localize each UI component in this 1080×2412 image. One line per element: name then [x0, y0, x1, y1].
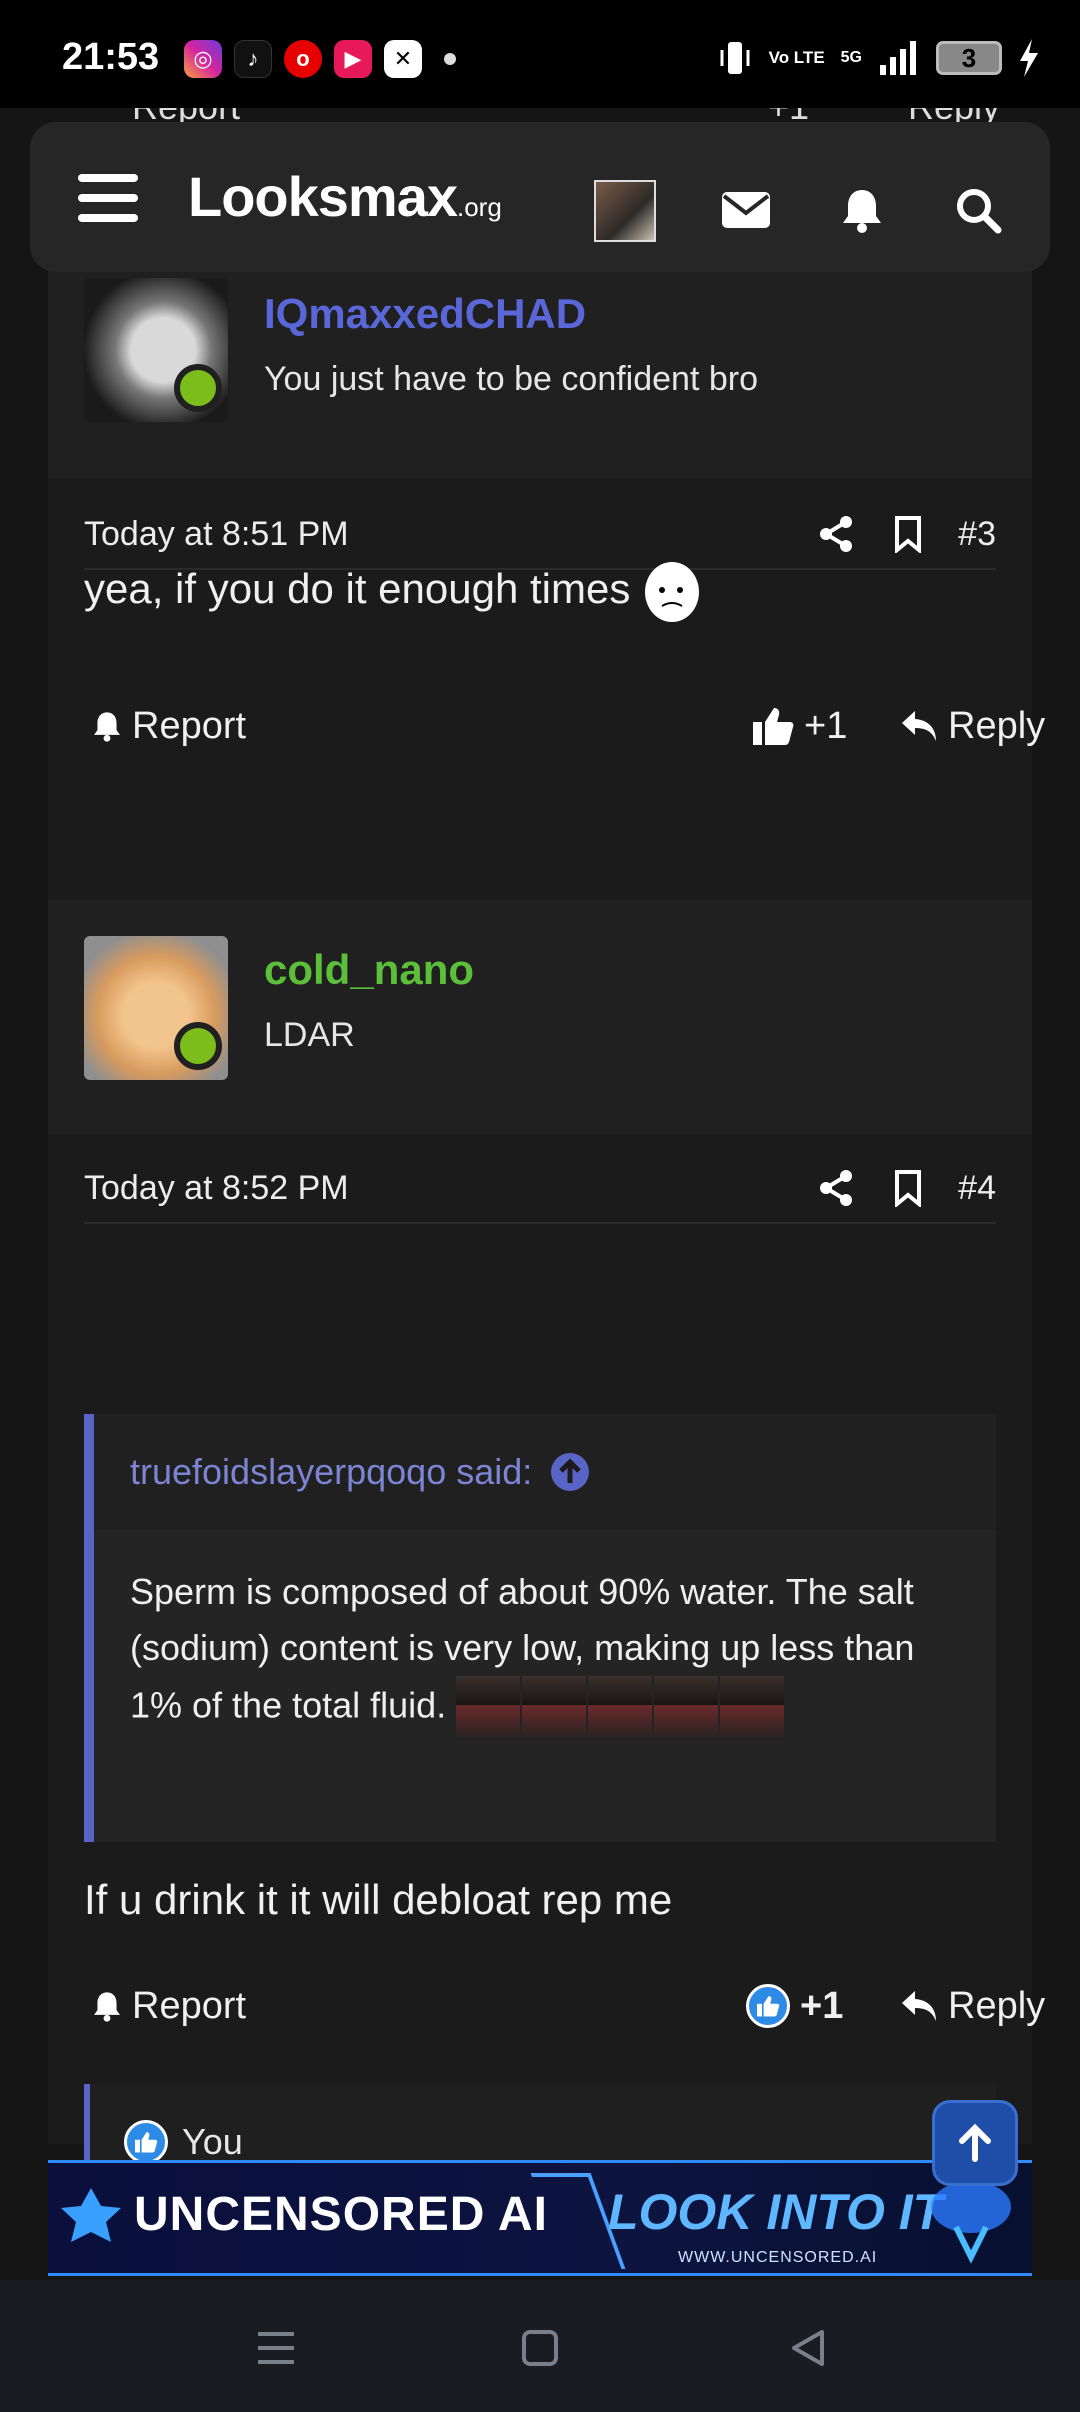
share-button[interactable]: [814, 512, 858, 556]
meme-image: [522, 1676, 587, 1740]
report-button[interactable]: Report: [92, 696, 246, 756]
reaction-images: [456, 1676, 785, 1740]
quote-header[interactable]: truefoidslayerpqoqo said:: [94, 1414, 996, 1530]
account-avatar[interactable]: [594, 180, 656, 242]
bell-icon: [94, 712, 120, 742]
post-actions: Report +1 Reply: [92, 1976, 1045, 2036]
thumbs-up-icon: [753, 708, 794, 745]
meme-image: [654, 1676, 719, 1740]
post-time[interactable]: Today at 8:52 PM: [84, 1169, 786, 1208]
user-info: cold_nano LDAR: [48, 900, 1032, 1134]
meme-image: [456, 1676, 521, 1740]
search-button[interactable]: [948, 180, 1008, 240]
video-app-icon: ▶: [334, 40, 372, 78]
liked-thumbs-up-icon: [124, 2120, 168, 2164]
user-title: You just have to be confident bro: [264, 360, 758, 398]
arrow-up-icon: [959, 2123, 991, 2162]
network-type: 5G: [840, 49, 862, 66]
charging-icon: [1020, 39, 1038, 77]
like-button[interactable]: +1: [752, 696, 847, 756]
meme-image: [720, 1676, 785, 1740]
instagram-icon: ◎: [184, 40, 222, 78]
reply-icon: [902, 711, 936, 741]
volte-indicator: Vo LTE: [768, 48, 825, 67]
reactions-user: You: [182, 2121, 243, 2162]
user-title: LDAR: [264, 1016, 355, 1054]
online-status-indicator: [174, 1022, 222, 1070]
bookmark-button[interactable]: [886, 512, 930, 556]
envelope-icon: [722, 192, 770, 228]
capcut-icon: ✕: [384, 40, 422, 78]
post-message: If u drink it it will debloat rep me: [84, 1876, 673, 1923]
site-logo[interactable]: Looksmax.org: [188, 164, 502, 229]
share-button[interactable]: [814, 1166, 858, 1210]
status-time: 21:53: [62, 36, 160, 78]
battery-indicator: 3: [936, 41, 1002, 75]
tiktok-icon: ♪: [234, 40, 272, 78]
online-status-indicator: [174, 364, 222, 412]
report-button[interactable]: Report: [92, 1976, 246, 2036]
menu-button[interactable]: [78, 174, 138, 222]
alerts-button[interactable]: [832, 180, 892, 240]
status-indicators: Vo LTE 5G 3: [717, 38, 1040, 78]
notification-icons: ◎ ♪ o ▶ ✕: [184, 40, 456, 78]
back-icon[interactable]: [784, 2324, 832, 2372]
wojak-emoji-icon: [645, 562, 699, 622]
ad-url: WWW.UNCENSORED.AI: [678, 2249, 878, 2266]
search-icon: [957, 189, 1002, 234]
scroll-to-top-button[interactable]: [932, 2100, 1018, 2186]
signal-icon: [880, 41, 916, 75]
quote-text: Sperm is composed of about 90% water. Th…: [94, 1530, 996, 1740]
post-3: IQmaxxedCHAD You just have to be confide…: [48, 268, 1045, 978]
site-header: Looksmax.org: [30, 122, 1050, 272]
arrow-up-circle-icon[interactable]: [550, 1452, 590, 1492]
reply-icon: [902, 1991, 936, 2021]
share-icon: [820, 516, 853, 552]
username[interactable]: cold_nano: [264, 946, 474, 994]
bookmark-icon: [895, 1170, 922, 1207]
share-icon: [820, 1170, 853, 1206]
advertisement-banner[interactable]: UNCENSORED AI LOOK INTO IT WWW.UNCENSORE…: [48, 2160, 1032, 2276]
bookmark-button[interactable]: [886, 1166, 930, 1210]
more-notifications-icon: [444, 53, 456, 65]
post-number[interactable]: #4: [958, 1169, 996, 1208]
ad-title: UNCENSORED AI: [134, 2188, 548, 2241]
reply-button[interactable]: Reply: [900, 696, 1045, 756]
recent-apps-icon[interactable]: [252, 2324, 300, 2372]
user-info: IQmaxxedCHAD You just have to be confide…: [48, 268, 1032, 478]
post-meta: Today at 8:52 PM #4: [84, 1154, 996, 1224]
reply-button[interactable]: Reply: [900, 1976, 1045, 2036]
post-message: yea, if you do it enough times: [84, 560, 702, 624]
forum-page[interactable]: Report +1 Reply Looksmax.org IQmaxxedCHA…: [0, 108, 1080, 2280]
like-button[interactable]: +1: [746, 1976, 843, 2036]
ad-cta: LOOK INTO IT: [608, 2184, 944, 2240]
post-4: cold_nano LDAR Today at 8:52 PM #4 truef…: [48, 900, 1045, 2200]
post-time[interactable]: Today at 8:51 PM: [84, 515, 786, 554]
status-bar: 21:53 ◎ ♪ o ▶ ✕ Vo LTE 5G 3: [0, 0, 1080, 108]
quote-author[interactable]: truefoidslayerpqoqo said:: [130, 1451, 532, 1493]
vodafone-icon: o: [284, 40, 322, 78]
post-number[interactable]: #3: [958, 515, 996, 554]
quote-block: truefoidslayerpqoqo said: Sperm is compo…: [84, 1414, 996, 1842]
system-navigation-bar: [0, 2280, 1080, 2412]
home-icon[interactable]: [516, 2324, 564, 2372]
ai-chip-icon: [61, 2188, 121, 2242]
bell-icon: [94, 1992, 120, 2022]
liked-thumbs-up-icon: [746, 1984, 790, 2028]
messages-button[interactable]: [716, 180, 776, 240]
bell-icon: [843, 190, 881, 233]
post-actions: Report +1 Reply: [92, 696, 1045, 756]
meme-image: [588, 1676, 653, 1740]
username[interactable]: IQmaxxedCHAD: [264, 290, 586, 338]
bookmark-icon: [895, 516, 922, 553]
vibrate-icon: [720, 42, 750, 74]
